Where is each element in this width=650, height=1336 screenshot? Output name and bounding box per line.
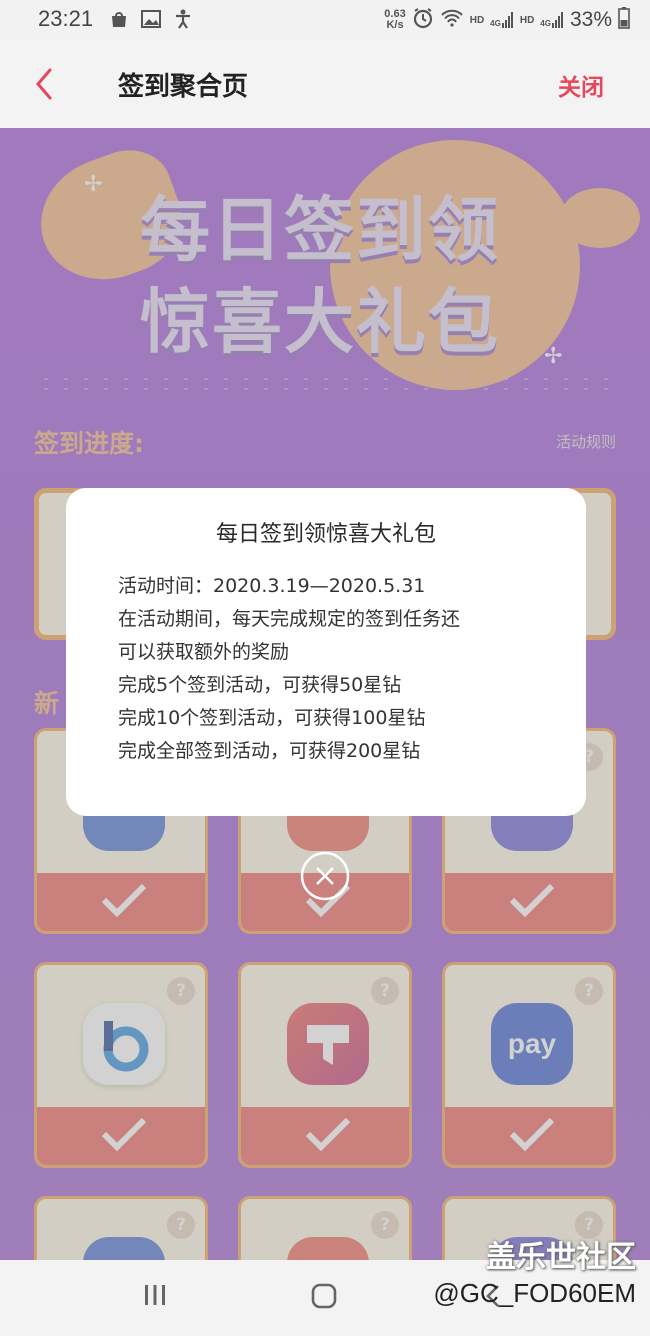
- dialog-body: 活动时间：2020.3.19—2020.5.31 在活动期间，每天完成规定的签到…: [118, 570, 558, 768]
- image-icon: [140, 8, 162, 30]
- community-watermark: 盖乐世社区 @GC_FOD60EM: [433, 1232, 636, 1309]
- hd-label: HD: [469, 14, 485, 26]
- alarm-icon: [412, 7, 434, 34]
- watermark-handle: @GC_FOD60EM: [433, 1278, 636, 1308]
- status-notification-icons: [108, 8, 194, 30]
- dialog-line: 活动时间：2020.3.19—2020.5.31: [118, 575, 426, 597]
- app-header: 签到聚合页 关闭: [0, 40, 650, 128]
- close-button[interactable]: 关闭: [558, 68, 604, 102]
- status-right-group: 0.63 K/s HD 4G HD 4G 33%: [384, 4, 630, 36]
- dialog-title: 每日签到领惊喜大礼包: [215, 522, 436, 547]
- back-arrow-icon[interactable]: [30, 64, 60, 104]
- dialog-line: 完成10个签到活动，可获得100星钻: [118, 707, 426, 729]
- signal-4g-icon: 4G: [540, 12, 564, 28]
- recent-apps-icon[interactable]: [142, 1282, 168, 1312]
- signal-4g-icon: 4G: [490, 12, 514, 28]
- watermark-title: 盖乐世社区: [486, 1240, 636, 1275]
- battery-percent: 33%: [569, 8, 612, 31]
- shopping-bag-icon: [108, 8, 130, 30]
- hd-label: HD: [519, 14, 535, 26]
- battery-icon: [618, 6, 630, 34]
- dialog-line: 可以获取额外的奖励: [118, 641, 290, 663]
- dialog-line: 完成5个签到活动，可获得50星钻: [118, 674, 402, 696]
- dialog-close-icon[interactable]: [300, 851, 350, 901]
- status-time: 23:21: [38, 6, 94, 31]
- home-icon[interactable]: [310, 1282, 338, 1314]
- dialog-line: 完成全部签到活动，可获得200星钻: [118, 740, 421, 762]
- status-bar: 23:21 0.63 K/s HD 4G HD 4G 33%: [0, 0, 650, 40]
- accessibility-icon: [172, 8, 194, 30]
- wifi-icon: [440, 9, 464, 32]
- network-speed: 0.63 K/s: [384, 8, 406, 31]
- activity-rules-dialog: 每日签到领惊喜大礼包 活动时间：2020.3.19—2020.5.31 在活动期…: [66, 488, 586, 816]
- dialog-line: 在活动期间，每天完成规定的签到任务还: [118, 608, 461, 630]
- page-title: 签到聚合页: [118, 72, 249, 102]
